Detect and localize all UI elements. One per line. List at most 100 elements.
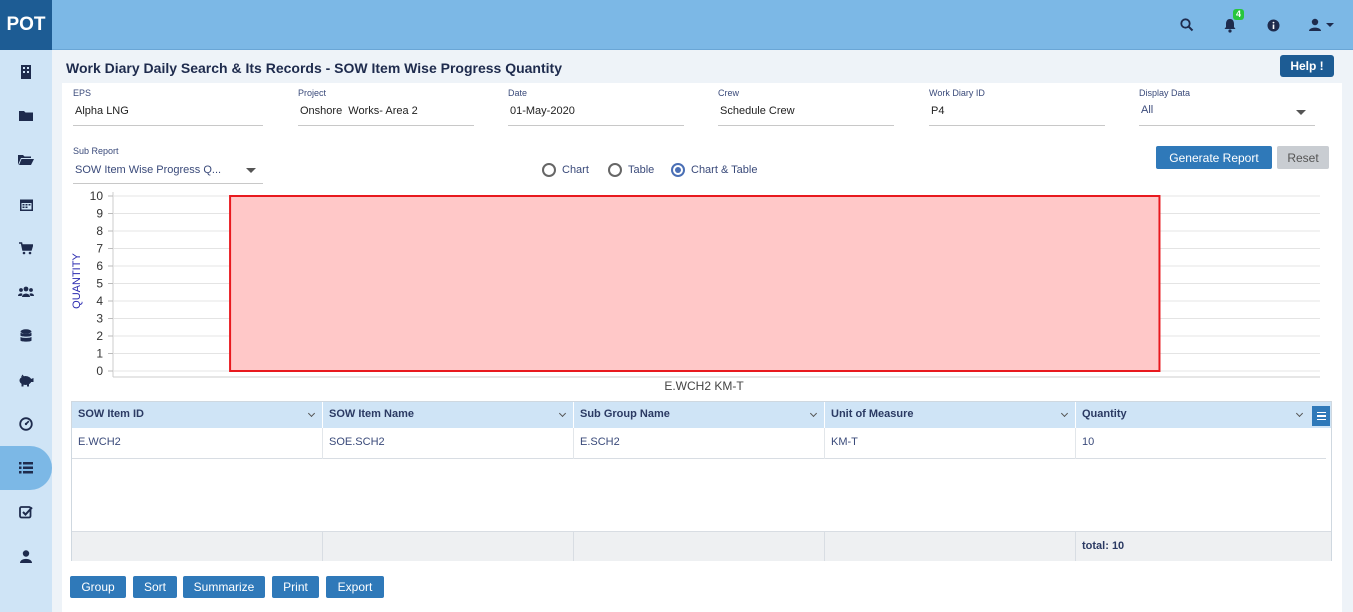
sidebar-item-list[interactable] xyxy=(0,446,52,490)
chart-x-category-label: E.WCH2 KM-T xyxy=(664,379,744,393)
chart-y-tick-label: 0 xyxy=(96,364,103,378)
sidebar-item-cart[interactable] xyxy=(0,226,52,270)
page-title: Work Diary Daily Search & Its Records - … xyxy=(66,60,562,76)
column-header-label: SOW Item Name xyxy=(329,408,414,420)
chart-y-tick-label: 6 xyxy=(96,259,103,273)
eps-field[interactable]: EPS Alpha LNG xyxy=(73,88,263,126)
chevron-down-icon[interactable] xyxy=(809,409,818,418)
export-button[interactable]: Export xyxy=(326,576,384,598)
piggy-bank-icon xyxy=(19,374,34,386)
radio-table[interactable]: Table xyxy=(608,163,654,177)
crew-underline xyxy=(718,125,894,126)
work-diary-id-value: P4 xyxy=(931,105,945,117)
sidebar-item-database[interactable] xyxy=(0,314,52,358)
table-cell: E.WCH2 xyxy=(72,428,323,459)
eps-label: EPS xyxy=(73,88,92,98)
date-value: 01-May-2020 xyxy=(510,105,575,117)
column-menu-button[interactable] xyxy=(1312,406,1330,426)
sidebar xyxy=(0,50,52,612)
sub-report-select[interactable]: Sub Report SOW Item Wise Progress Q... xyxy=(73,146,263,184)
sidebar-item-folder-open[interactable] xyxy=(0,138,52,182)
radio-chart-label: Chart xyxy=(562,164,589,176)
chart-y-tick-label: 8 xyxy=(96,224,103,238)
sub-report-label: Sub Report xyxy=(73,146,119,156)
sub-report-value: SOW Item Wise Progress Q... xyxy=(75,164,222,176)
display-data-select[interactable]: Display Data All xyxy=(1139,88,1315,126)
chevron-down-icon[interactable] xyxy=(558,409,567,418)
project-value: Onshore Works- Area 2 xyxy=(300,105,418,117)
sidebar-item-building[interactable] xyxy=(0,50,52,94)
column-header-label: Quantity xyxy=(1082,408,1127,420)
footer-cell xyxy=(574,532,825,561)
column-header-sow-item-name[interactable]: SOW Item Name xyxy=(323,402,574,428)
radio-chart[interactable]: Chart xyxy=(542,163,589,177)
user-icon xyxy=(20,549,32,563)
chevron-down-icon[interactable] xyxy=(1295,409,1304,418)
project-field[interactable]: Project Onshore Works- Area 2 xyxy=(298,88,474,126)
reset-button[interactable]: Reset xyxy=(1277,146,1329,169)
generate-report-button[interactable]: Generate Report xyxy=(1156,146,1272,169)
column-header-unit-of-measure[interactable]: Unit of Measure xyxy=(825,402,1076,428)
radio-chart-table-label: Chart & Table xyxy=(691,164,758,176)
user-menu[interactable] xyxy=(1305,15,1339,35)
crew-field[interactable]: Crew Schedule Crew xyxy=(718,88,894,126)
search-icon[interactable] xyxy=(1177,15,1197,35)
chevron-down-icon[interactable] xyxy=(1060,409,1069,418)
chart-y-tick-label: 4 xyxy=(96,294,103,308)
database-icon xyxy=(20,329,32,342)
group-button[interactable]: Group xyxy=(70,576,126,598)
chart-y-tick-label: 7 xyxy=(96,242,103,256)
calendar-icon xyxy=(19,199,33,211)
checkbox-icon xyxy=(19,506,33,519)
work-diary-id-field[interactable]: Work Diary ID P4 xyxy=(929,88,1105,126)
sort-button[interactable]: Sort xyxy=(133,576,177,598)
column-header-quantity[interactable]: Quantity xyxy=(1076,402,1310,428)
footer-cell xyxy=(323,532,574,561)
chart-bar xyxy=(229,195,1161,372)
work-diary-id-label: Work Diary ID xyxy=(929,88,985,98)
crew-label: Crew xyxy=(718,88,740,98)
chart-y-axis-label: QUANTITY xyxy=(71,253,83,309)
sidebar-item-calendar[interactable] xyxy=(0,182,52,226)
date-field[interactable]: Date 01-May-2020 xyxy=(508,88,684,126)
chevron-down-icon[interactable] xyxy=(307,409,316,418)
eps-underline xyxy=(73,125,263,126)
app-logo[interactable]: POT xyxy=(0,0,52,50)
table-footer: total: 10 xyxy=(72,531,1331,561)
info-icon[interactable] xyxy=(1263,15,1283,35)
main-content: Work Diary Daily Search & Its Records - … xyxy=(52,50,1353,612)
column-header-label: Sub Group Name xyxy=(580,408,670,420)
folder-open-icon xyxy=(18,155,34,165)
sidebar-item-folder[interactable] xyxy=(0,94,52,138)
summarize-button[interactable]: Summarize xyxy=(183,576,265,598)
table-cell: KM-T xyxy=(825,428,1076,459)
table-cell: E.SCH2 xyxy=(574,428,825,459)
chart-y-tick-label: 10 xyxy=(90,189,104,203)
sidebar-item-piggy-bank[interactable] xyxy=(0,358,52,402)
building-icon xyxy=(21,65,31,79)
users-icon xyxy=(18,286,34,297)
sidebar-item-checkbox[interactable] xyxy=(0,490,52,534)
sidebar-item-user[interactable] xyxy=(0,534,52,578)
radio-table-circle[interactable] xyxy=(608,163,622,177)
column-header-sow-item-id[interactable]: SOW Item ID xyxy=(72,402,323,428)
table-header: SOW Item ID SOW Item Name Sub Group Name… xyxy=(72,402,1331,428)
help-button[interactable]: Help ! xyxy=(1280,55,1334,77)
chevron-down-icon xyxy=(246,168,256,173)
chart-y-tick-label: 5 xyxy=(96,277,103,291)
table-row[interactable]: E.WCH2 SOE.SCH2 E.SCH2 KM-T 10 xyxy=(72,428,1326,459)
chart-y-tick-label: 1 xyxy=(96,347,103,361)
print-button[interactable]: Print xyxy=(272,576,319,598)
radio-chart-circle[interactable] xyxy=(542,163,556,177)
cart-icon xyxy=(19,241,33,254)
column-header-sub-group-name[interactable]: Sub Group Name xyxy=(574,402,825,428)
footer-cell xyxy=(72,532,323,561)
chart-y-tick-label: 2 xyxy=(96,329,103,343)
sidebar-item-dashboard[interactable] xyxy=(0,402,52,446)
radio-chart-table[interactable]: Chart & Table xyxy=(671,163,757,177)
column-header-label: Unit of Measure xyxy=(831,408,914,420)
chevron-down-icon xyxy=(1296,110,1306,115)
sidebar-item-users[interactable] xyxy=(0,270,52,314)
radio-chart-table-circle[interactable] xyxy=(671,163,685,177)
notification-badge: 4 xyxy=(1233,9,1245,20)
